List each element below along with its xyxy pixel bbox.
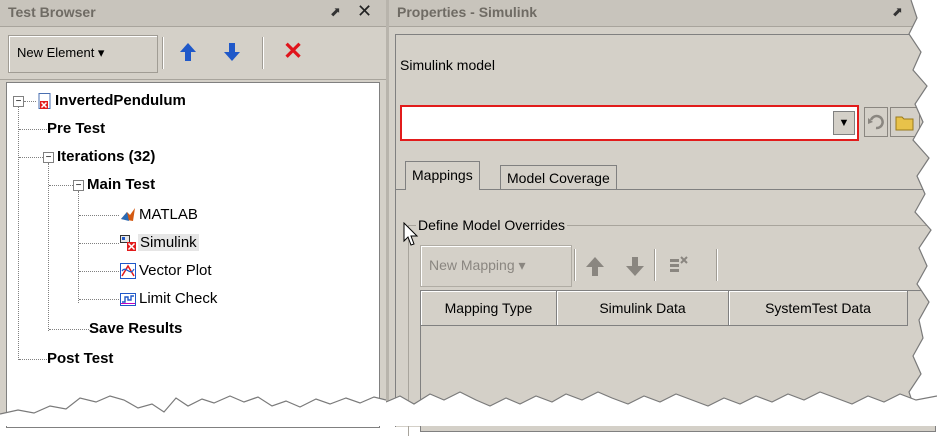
chevron-down-icon[interactable]: ▼ [833, 111, 855, 135]
tree-item-main-test[interactable]: Main Test [87, 176, 155, 193]
simulink-icon [120, 235, 136, 251]
properties-body: Simulink model ▼ Mappings Model Coverage… [395, 34, 936, 436]
new-element-label: New Element ▾ [17, 45, 105, 60]
define-model-overrides-label: Define Model Overrides [416, 217, 568, 233]
refresh-icon[interactable] [864, 107, 888, 137]
new-mapping-label: New Mapping ▾ [429, 257, 526, 273]
pin-icon[interactable]: ⬈ [330, 4, 341, 20]
delete-icon[interactable]: ✕ [283, 37, 303, 66]
col-simulink-data-label: Simulink Data [599, 300, 686, 316]
test-browser-titlebar: Test Browser ⬈ ✕ [0, 0, 386, 27]
tree-item-post-test[interactable]: Post Test [47, 350, 113, 367]
collapse-icon[interactable]: − [43, 152, 54, 163]
test-browser-title: Test Browser [8, 4, 96, 20]
tree-item-save-results[interactable]: Save Results [89, 320, 182, 337]
new-element-button[interactable]: New Element ▾ [8, 35, 158, 73]
properties-titlebar: Properties - Simulink ⬈ ✕ [389, 0, 937, 27]
col-systemtest-data-label: SystemTest Data [765, 300, 871, 316]
toolbar-separator [716, 249, 718, 281]
tree-item-simulink[interactable]: Simulink [138, 234, 199, 251]
mouse-cursor-icon [403, 222, 419, 246]
toolbar-separator [654, 249, 656, 281]
delete-mapping-icon[interactable] [668, 255, 690, 277]
limit-check-icon [120, 293, 136, 306]
properties-title: Properties - Simulink [397, 4, 538, 20]
new-mapping-button[interactable]: New Mapping ▾ [420, 245, 572, 287]
close-icon[interactable]: ✕ [357, 1, 372, 22]
test-browser-panel: Test Browser ⬈ ✕ New Element ▾ ✕ − Inver… [0, 0, 386, 428]
test-browser-toolbar: New Element ▾ ✕ [0, 27, 386, 80]
torn-edge [0, 395, 386, 426]
tab-mappings-label: Mappings [412, 167, 473, 183]
tab-mappings[interactable]: Mappings [405, 161, 480, 190]
simulink-model-combo[interactable]: ▼ [400, 105, 859, 141]
torn-edge [906, 0, 937, 426]
tree-root-inverted-pendulum[interactable]: InvertedPendulum [55, 92, 186, 109]
tree-item-vector-plot[interactable]: Vector Plot [139, 262, 212, 279]
simulink-model-label: Simulink model [400, 57, 495, 73]
tree-item-limit-check[interactable]: Limit Check [139, 290, 217, 307]
toolbar-separator [262, 37, 264, 69]
collapse-icon[interactable]: − [73, 180, 84, 191]
test-tree: − InvertedPendulum Pre Test − Iterations… [6, 82, 380, 428]
test-file-icon [38, 93, 51, 109]
tab-model-coverage-label: Model Coverage [507, 170, 610, 186]
matlab-icon [121, 208, 135, 221]
col-systemtest-data[interactable]: SystemTest Data [729, 291, 908, 326]
properties-panel: Properties - Simulink ⬈ ✕ Simulink model… [389, 0, 937, 436]
tree-item-iterations[interactable]: Iterations (32) [57, 148, 155, 165]
tree-item-matlab[interactable]: MATLAB [139, 206, 198, 223]
toolbar-separator [162, 37, 164, 69]
torn-edge [386, 391, 937, 426]
tree-item-pre-test[interactable]: Pre Test [47, 120, 105, 137]
tab-model-coverage[interactable]: Model Coverage [500, 165, 617, 190]
col-simulink-data[interactable]: Simulink Data [557, 291, 729, 326]
vector-plot-icon [120, 263, 136, 279]
col-mapping-type[interactable]: Mapping Type [421, 291, 557, 326]
toolbar-separator [574, 249, 576, 281]
collapse-icon[interactable]: − [13, 96, 24, 107]
col-mapping-type-label: Mapping Type [444, 300, 533, 316]
